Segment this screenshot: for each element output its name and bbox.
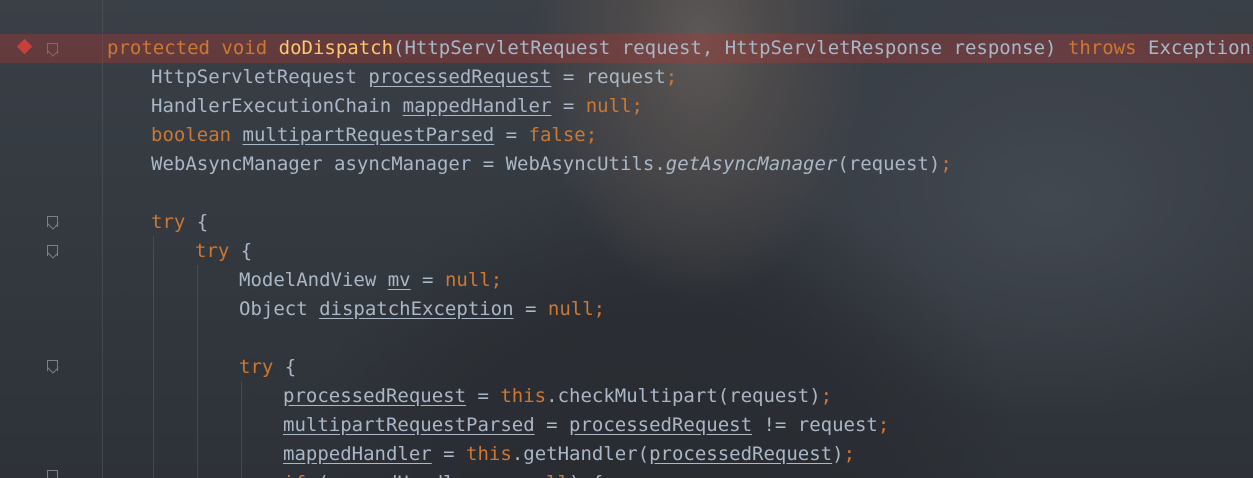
code-token: ; — [593, 298, 606, 320]
code-token: null — [444, 269, 491, 291]
code-editor[interactable]: protected void doDispatch(HttpServletReq… — [0, 0, 1253, 478]
gutter-divider — [102, 0, 103, 478]
code-token: WebAsyncManager asyncManager = WebAsyncU… — [151, 153, 666, 175]
code-token: ( — [306, 472, 328, 478]
code-token: null — [585, 95, 632, 117]
code-token: = — [551, 95, 586, 117]
code-token: null — [523, 472, 569, 478]
code-token: Exception { — [1148, 37, 1251, 59]
code-token: == — [478, 472, 524, 478]
code-line-empty[interactable] — [107, 324, 1253, 353]
code-token: multipartRequestParsed — [242, 124, 495, 146]
code-token: ModelAndView — [239, 269, 388, 291]
code-token: dispatchException — [319, 298, 514, 320]
fold-icon[interactable] — [47, 470, 58, 478]
code-token: getAsyncManager — [665, 153, 838, 175]
code-token: = — [513, 298, 548, 320]
code-line[interactable]: ModelAndView mv = null; — [107, 266, 1253, 295]
code-line[interactable]: HttpServletRequest processedRequest = re… — [107, 63, 1253, 92]
code-token: doDispatch — [278, 37, 394, 59]
code-token: .checkMultipart(request) — [546, 385, 821, 407]
code-line[interactable]: boolean multipartRequestParsed = false; — [107, 121, 1253, 150]
code-token: ) { — [569, 472, 603, 478]
code-area[interactable]: protected void doDispatch(HttpServletReq… — [0, 34, 1253, 478]
code-line[interactable]: Object dispatchException = null; — [107, 295, 1253, 324]
code-line[interactable]: mappedHandler = this.getHandler(processe… — [107, 440, 1253, 469]
code-token: protected — [107, 37, 210, 59]
code-token: void — [221, 37, 268, 59]
code-token: ; — [843, 443, 856, 465]
code-token: ; — [490, 269, 503, 291]
code-token: false — [528, 124, 586, 146]
code-token: ; — [631, 95, 643, 117]
code-token: processedRequest — [649, 443, 833, 465]
code-token: processedRequest — [569, 414, 753, 436]
code-token: processedRequest — [283, 385, 467, 407]
code-token: { — [273, 356, 297, 378]
code-line-empty[interactable] — [107, 179, 1253, 208]
code-line-method-signature[interactable]: protected void doDispatch(HttpServletReq… — [0, 34, 1253, 63]
code-token: if — [283, 472, 306, 478]
code-token: (request) — [837, 153, 941, 175]
code-line[interactable]: multipartRequestParsed = processedReques… — [107, 411, 1253, 440]
code-token: != request — [752, 414, 878, 436]
code-line[interactable]: try { — [107, 237, 1253, 266]
code-token: HttpServletRequest — [151, 66, 369, 88]
code-line[interactable]: processedRequest = this.checkMultipart(r… — [107, 382, 1253, 411]
code-token: mappedHandler — [329, 472, 478, 478]
code-token: this — [500, 385, 547, 407]
code-token: = — [534, 414, 569, 436]
code-token: = — [494, 124, 529, 146]
code-token: mv — [387, 269, 411, 291]
code-token: throws — [1067, 37, 1137, 59]
code-token: processedRequest — [368, 66, 552, 88]
code-token: = — [431, 443, 467, 465]
code-token: { — [229, 240, 253, 262]
code-token: this — [466, 443, 512, 465]
code-token: null — [547, 298, 594, 320]
code-line[interactable]: try { — [107, 353, 1253, 382]
code-line[interactable]: if (mappedHandler == null) { — [107, 469, 1253, 478]
code-token: ; — [665, 66, 678, 88]
code-token: mappedHandler — [283, 443, 432, 465]
code-token: = — [410, 269, 445, 291]
code-token: ; — [820, 385, 833, 407]
code-token: ; — [585, 124, 598, 146]
fold-icon[interactable] — [47, 216, 58, 227]
code-token: try — [195, 240, 230, 262]
code-token: ) — [832, 443, 844, 465]
code-token: boolean — [151, 124, 232, 146]
code-token: .getHandler( — [511, 443, 650, 465]
code-token: mappedHandler — [402, 95, 552, 117]
code-token: = request — [551, 66, 666, 88]
code-line[interactable]: try { — [107, 208, 1253, 237]
fold-icon[interactable] — [47, 245, 58, 256]
code-token: ; — [940, 153, 952, 175]
code-token: ; — [877, 414, 890, 436]
code-token: = — [466, 385, 501, 407]
code-token: { — [185, 211, 209, 233]
code-token: (HttpServletRequest request, HttpServlet… — [393, 37, 1068, 59]
code-token: Object — [239, 298, 320, 320]
code-token: try — [239, 356, 274, 378]
code-line[interactable]: HandlerExecutionChain mappedHandler = nu… — [107, 92, 1253, 121]
fold-icon[interactable] — [47, 360, 58, 371]
code-token: multipartRequestParsed — [283, 414, 535, 436]
code-token: HandlerExecutionChain — [151, 95, 403, 117]
code-token: try — [151, 211, 186, 233]
editor-gutter[interactable] — [0, 0, 104, 478]
code-line[interactable]: WebAsyncManager asyncManager = WebAsyncU… — [107, 150, 1253, 179]
